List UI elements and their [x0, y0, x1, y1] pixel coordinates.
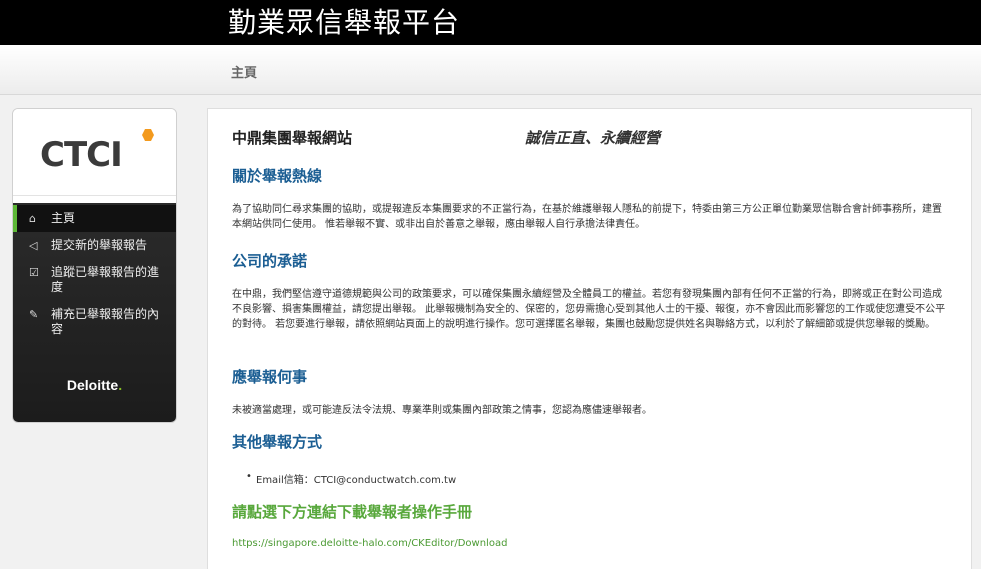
sidebar: CTCI ⌂ 主頁 ◁ 提交新的舉報報告 ☑ 追蹤已舉報報告的進度 ✎ 補充已舉… — [12, 108, 177, 423]
section-heading-about: 關於舉報熱線 — [232, 167, 323, 185]
sidebar-item-label: 追蹤已舉報報告的進度 — [51, 265, 160, 294]
sidebar-item-label: 補充已舉報報告的內容 — [51, 307, 160, 336]
sidebar-item-track-report[interactable]: ☑ 追蹤已舉報報告的進度 — [13, 259, 176, 301]
section-heading-download-manual: 請點選下方連結下載舉報者操作手冊 — [232, 503, 473, 521]
section-heading-what-to-report: 應舉報何事 — [232, 368, 308, 386]
top-banner: 勤業眾信舉報平台 — [0, 0, 981, 45]
deloitte-logo-dot: . — [118, 377, 123, 393]
main-content: 中鼎集團舉報網站 誠信正直、永續經營 關於舉報熱線 為了協助同仁尋求集團的協助，… — [207, 108, 972, 569]
section-body-about: 為了協助同仁尋求集團的協助，或提報違反本集團要求的不正當行為，在基於維護舉報人隱… — [232, 204, 942, 230]
motto: 誠信正直、永續經營 — [525, 129, 661, 147]
checkbox-icon: ☑ — [29, 266, 39, 279]
deloitte-logo: Deloitte. — [13, 377, 176, 393]
org-title: 中鼎集團舉報網站 — [232, 129, 353, 147]
section-body-what-to-report: 未被適當處理，或可能違反法令法規、專業準則或集團內部政策之情事，您認為應儘速舉報… — [232, 405, 652, 416]
deloitte-logo-text: Deloitte — [66, 377, 119, 393]
breadcrumb: 主頁 — [231, 66, 258, 81]
ctci-logo-text: CTCI — [40, 135, 123, 175]
sidebar-item-home[interactable]: ⌂ 主頁 — [13, 205, 176, 232]
ctci-logo: CTCI — [13, 109, 176, 196]
section-body-commitment: 在中鼎，我們堅信遵守道德規範與公司的政策要求，可以確保集團永續經營及全體員工的權… — [232, 289, 946, 330]
sidebar-nav: ⌂ 主頁 ◁ 提交新的舉報報告 ☑ 追蹤已舉報報告的進度 ✎ 補充已舉報報告的內… — [13, 203, 176, 422]
section-heading-other-channels: 其他舉報方式 — [232, 433, 323, 451]
sidebar-item-supplement-report[interactable]: ✎ 補充已舉報報告的內容 — [13, 301, 176, 343]
sidebar-item-label: 主頁 — [51, 211, 76, 225]
sidebar-item-label: 提交新的舉報報告 — [51, 238, 148, 252]
section-heading-commitment: 公司的承諾 — [232, 252, 308, 270]
breadcrumb-bar: 主頁 — [0, 45, 981, 95]
home-icon: ⌂ — [29, 212, 36, 225]
sidebar-item-submit-report[interactable]: ◁ 提交新的舉報報告 — [13, 232, 176, 259]
download-manual-link[interactable]: https://singapore.deloitte-halo.com/CKEd… — [232, 538, 507, 549]
site-title: 勤業眾信舉報平台 — [228, 6, 461, 39]
content-header: 中鼎集團舉報網站 誠信正直、永續經營 — [232, 127, 952, 148]
email-channel-item: Email信箱：CTCI@conductwatch.com.tw — [246, 471, 456, 486]
megaphone-icon: ◁ — [29, 239, 38, 252]
edit-icon: ✎ — [29, 308, 39, 321]
ctci-hexagon-icon — [142, 129, 154, 141]
